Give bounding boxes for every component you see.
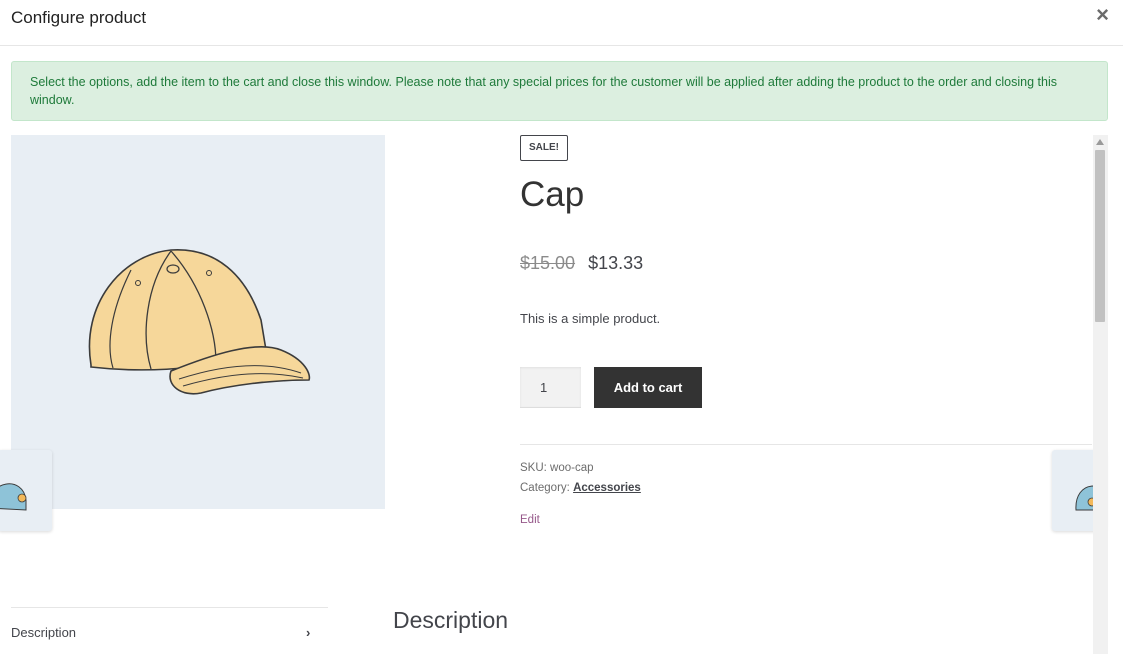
- prev-product-thumbnail[interactable]: [0, 450, 52, 531]
- category-link[interactable]: Accessories: [573, 482, 641, 494]
- chevron-right-icon: ›: [306, 625, 311, 640]
- close-icon[interactable]: ×: [1096, 3, 1109, 27]
- sku-meta: SKU: woo-cap: [520, 462, 594, 474]
- description-heading: Description: [393, 607, 509, 633]
- edit-link[interactable]: Edit: [520, 514, 540, 526]
- scrollbar[interactable]: [1093, 135, 1108, 654]
- beanie-icon: [0, 483, 27, 511]
- short-description: This is a simple product.: [520, 311, 661, 326]
- old-price: $15.00: [520, 253, 576, 273]
- sku-label: SKU:: [520, 462, 547, 474]
- cap-illustration-icon: [88, 249, 311, 395]
- modal-title: Configure product: [11, 8, 147, 27]
- sku-value: woo-cap: [550, 462, 594, 474]
- sale-badge: SALE!: [520, 135, 568, 161]
- price: $15.00 $13.33: [520, 253, 643, 274]
- info-notice: Select the options, add the item to the …: [11, 61, 1108, 121]
- modal-header: Configure product ×: [0, 0, 1123, 46]
- category-label: Category:: [520, 482, 570, 494]
- product-title: Cap: [520, 175, 585, 214]
- sale-price: $13.33: [588, 253, 644, 273]
- scroll-up-arrow-icon[interactable]: [1096, 139, 1104, 145]
- divider: [520, 444, 1092, 445]
- tab-description[interactable]: Description: [11, 625, 76, 640]
- add-to-cart-button[interactable]: Add to cart: [594, 367, 702, 408]
- scrollbar-thumb[interactable]: [1095, 150, 1105, 322]
- product-image[interactable]: [11, 135, 385, 509]
- quantity-input[interactable]: [520, 367, 581, 408]
- category-meta: Category: Accessories: [520, 482, 641, 494]
- tabs-divider: [11, 607, 328, 608]
